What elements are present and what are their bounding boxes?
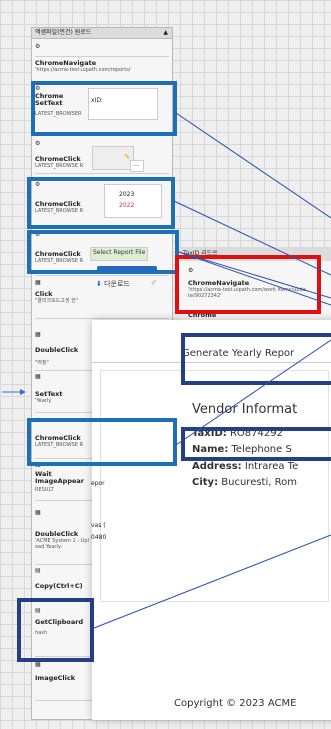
arrow-head-icon [20,389,26,395]
connector-line [175,112,331,219]
connector-line [178,251,331,299]
connector-line [93,534,331,629]
connector-lines [2,112,331,629]
connector-line [173,200,331,276]
connector-line [175,339,331,446]
connector-line [178,251,331,306]
